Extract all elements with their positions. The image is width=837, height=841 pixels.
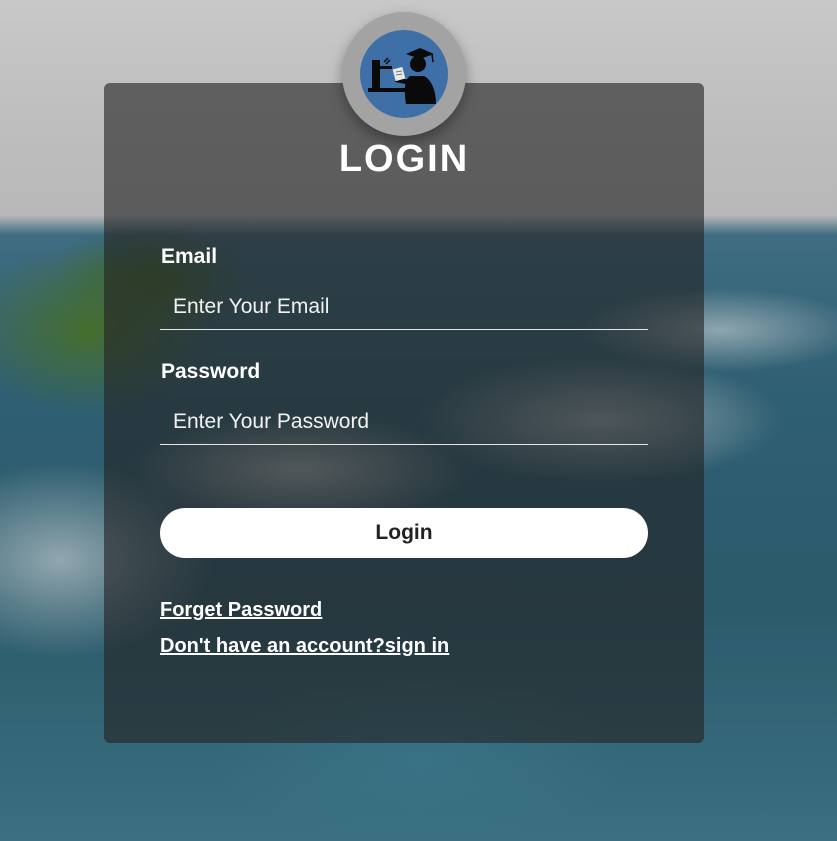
password-input[interactable]: [160, 399, 648, 445]
login-button[interactable]: Login: [160, 508, 648, 558]
password-label: Password: [161, 360, 261, 383]
email-label: Email: [161, 245, 218, 268]
logo-container: [342, 12, 466, 136]
signup-link[interactable]: Don't have an account?sign in: [160, 635, 449, 658]
forget-password-link[interactable]: Forget Password: [160, 599, 322, 622]
email-input[interactable]: [160, 284, 648, 330]
graduate-at-computer-icon: [360, 30, 448, 118]
login-title: LOGIN: [338, 138, 470, 180]
